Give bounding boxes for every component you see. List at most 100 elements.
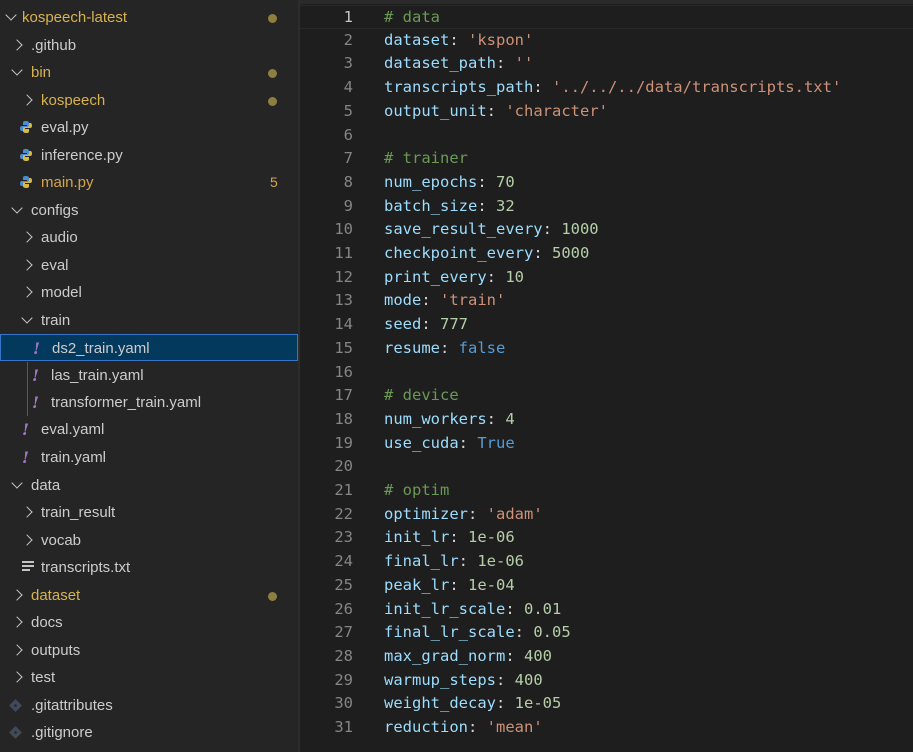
folder-bin[interactable]: bin bbox=[0, 59, 298, 86]
line-number: 1 bbox=[343, 8, 353, 26]
yaml-key: weight_decay bbox=[384, 694, 496, 713]
chevron-down-icon bbox=[5, 9, 17, 21]
code-line[interactable]: 21 # optim bbox=[300, 479, 913, 503]
code-line[interactable]: 6 bbox=[300, 124, 913, 148]
line-number: 12 bbox=[334, 267, 353, 286]
code-line[interactable]: 20 bbox=[300, 455, 913, 479]
folder-model[interactable]: model bbox=[0, 279, 298, 306]
code-line[interactable]: 2 dataset: 'kspon' bbox=[300, 29, 913, 53]
folder-train-result[interactable]: train_result bbox=[0, 499, 298, 526]
code-line[interactable]: 13 mode: 'train' bbox=[300, 289, 913, 313]
code-line[interactable]: 1 # data bbox=[300, 5, 913, 29]
file-gitattributes[interactable]: .gitattributes bbox=[0, 692, 298, 719]
file-inference-py[interactable]: inference.py bbox=[0, 142, 298, 169]
file-transcripts-txt[interactable]: transcripts.txt bbox=[0, 554, 298, 581]
yaml-key: num_epochs bbox=[384, 172, 478, 191]
key-separator: : bbox=[421, 315, 440, 334]
folder-eval[interactable]: eval bbox=[0, 252, 298, 279]
line-content: max_grad_norm: 400 bbox=[384, 645, 552, 669]
line-number: 2 bbox=[343, 30, 353, 49]
line-content: final_lr_scale: 0.05 bbox=[384, 621, 571, 645]
code-editor[interactable]: 1 # data 2 dataset: 'kspon' 3 dataset_path: '… bbox=[300, 0, 913, 752]
code-line[interactable]: 23 init_lr: 1e-06 bbox=[300, 526, 913, 550]
python-icon bbox=[20, 149, 32, 161]
line-number: 22 bbox=[334, 504, 353, 523]
modified-dot-icon bbox=[268, 97, 277, 106]
line-content: transcripts_path: '../../../data/transcr… bbox=[384, 76, 841, 100]
file-las-train-yaml[interactable]: ! las_train.yaml bbox=[0, 362, 298, 389]
folder-train[interactable]: train bbox=[0, 307, 298, 334]
yaml-icon: ! bbox=[32, 393, 40, 412]
code-comment: # trainer bbox=[384, 149, 468, 168]
code-line[interactable]: 12 print_every: 10 bbox=[300, 266, 913, 290]
code-line[interactable]: 15 resume: false bbox=[300, 337, 913, 361]
chevron-right-icon bbox=[11, 644, 23, 656]
chevron-down-icon bbox=[11, 202, 23, 214]
line-content: seed: 777 bbox=[384, 313, 468, 337]
file-transformer-train-yaml[interactable]: ! transformer_train.yaml bbox=[0, 389, 298, 416]
chevron-right-icon bbox=[11, 39, 23, 51]
file-label: transcripts.txt bbox=[41, 559, 131, 576]
yaml-value: 'adam' bbox=[486, 504, 543, 523]
yaml-value: false bbox=[458, 338, 506, 357]
yaml-value: 4 bbox=[505, 409, 515, 428]
code-line[interactable]: 7 # trainer bbox=[300, 147, 913, 171]
line-number: 24 bbox=[334, 552, 353, 571]
line-number: 13 bbox=[334, 291, 353, 310]
file-label: train.yaml bbox=[41, 449, 107, 466]
code-line[interactable]: 9 batch_size: 32 bbox=[300, 195, 913, 219]
yaml-icon: ! bbox=[22, 420, 30, 439]
line-content: optimizer: 'adam' bbox=[384, 503, 543, 527]
folder-vocab[interactable]: vocab bbox=[0, 527, 298, 554]
code-line[interactable]: 17 # device bbox=[300, 384, 913, 408]
folder-configs[interactable]: configs bbox=[0, 197, 298, 224]
code-line[interactable]: 10 save_result_every: 1000 bbox=[300, 218, 913, 242]
code-line[interactable]: 26 init_lr_scale: 0.01 bbox=[300, 598, 913, 622]
folder-outputs[interactable]: outputs bbox=[0, 637, 298, 664]
file-eval-yaml[interactable]: ! eval.yaml bbox=[0, 416, 298, 443]
code-line[interactable]: 11 checkpoint_every: 5000 bbox=[300, 242, 913, 266]
code-line[interactable]: 31 reduction: 'mean' bbox=[300, 716, 913, 740]
file-gitignore[interactable]: .gitignore bbox=[0, 719, 298, 746]
folder-data[interactable]: data bbox=[0, 472, 298, 499]
code-line[interactable]: 4 transcripts_path: '../../../data/transc… bbox=[300, 76, 913, 100]
folder-dataset[interactable]: dataset bbox=[0, 582, 298, 609]
file-train-yaml[interactable]: ! train.yaml bbox=[0, 444, 298, 471]
folder-label: train bbox=[41, 312, 71, 329]
file-eval-py[interactable]: eval.py bbox=[0, 114, 298, 141]
yaml-value: 'mean' bbox=[486, 718, 543, 736]
code-line[interactable]: 3 dataset_path: '' bbox=[300, 52, 913, 76]
code-line[interactable]: 16 bbox=[300, 361, 913, 385]
folder-github[interactable]: .github bbox=[0, 32, 298, 59]
key-separator: : bbox=[449, 528, 468, 547]
code-line[interactable]: 18 num_workers: 4 bbox=[300, 408, 913, 432]
code-line[interactable]: 5 output_unit: 'character' bbox=[300, 100, 913, 124]
code-line[interactable]: 8 num_epochs: 70 bbox=[300, 171, 913, 195]
code-line[interactable]: 24 final_lr: 1e-06 bbox=[300, 550, 913, 574]
folder-docs[interactable]: docs bbox=[0, 609, 298, 636]
folder-audio[interactable]: audio bbox=[0, 224, 298, 251]
yaml-key: final_lr bbox=[384, 552, 459, 571]
chevron-right-icon bbox=[21, 286, 33, 298]
line-content: peak_lr: 1e-04 bbox=[384, 574, 515, 598]
code-line[interactable]: 28 max_grad_norm: 400 bbox=[300, 645, 913, 669]
folder-label: audio bbox=[41, 229, 78, 246]
code-line[interactable]: 27 final_lr_scale: 0.05 bbox=[300, 621, 913, 645]
file-main-py[interactable]: main.py 5 bbox=[0, 169, 298, 196]
code-line[interactable]: 14 seed: 777 bbox=[300, 313, 913, 337]
file-ds2-train-yaml[interactable]: ! ds2_train.yaml bbox=[0, 334, 298, 361]
code-line[interactable]: 29 warmup_steps: 400 bbox=[300, 669, 913, 693]
line-content: mode: 'train' bbox=[384, 289, 505, 313]
yaml-icon: ! bbox=[22, 448, 30, 467]
chevron-right-icon bbox=[11, 589, 23, 601]
folder-test[interactable]: test bbox=[0, 664, 298, 691]
code-line[interactable]: 19 use_cuda: True bbox=[300, 432, 913, 456]
key-separator: : bbox=[468, 718, 487, 736]
line-content: use_cuda: True bbox=[384, 432, 515, 456]
code-line[interactable]: 22 optimizer: 'adam' bbox=[300, 503, 913, 527]
code-line[interactable]: 25 peak_lr: 1e-04 bbox=[300, 574, 913, 598]
folder-root[interactable]: kospeech-latest bbox=[0, 4, 298, 31]
folder-kospeech[interactable]: kospeech bbox=[0, 87, 298, 114]
code-line[interactable]: 30 weight_decay: 1e-05 bbox=[300, 692, 913, 716]
key-separator: : bbox=[486, 409, 506, 428]
